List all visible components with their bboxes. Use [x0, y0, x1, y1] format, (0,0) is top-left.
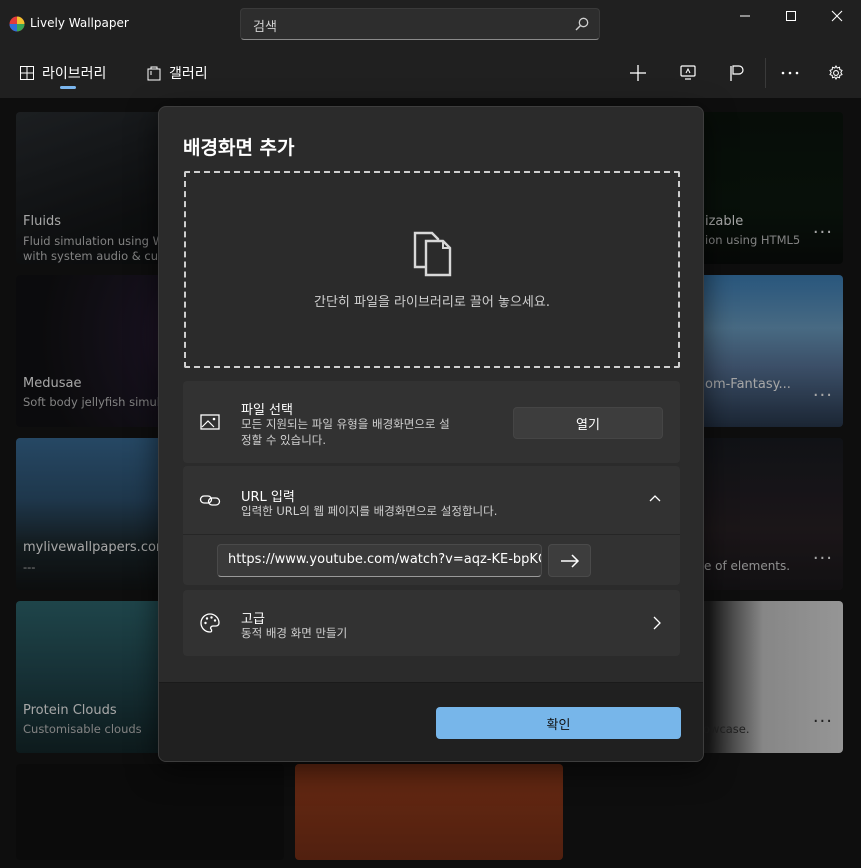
palette-icon — [200, 613, 220, 633]
minimize-icon — [740, 15, 750, 17]
drop-zone-text: 간단히 파일을 라이브러리로 끌어 놓으세요. — [314, 295, 550, 310]
title-bar: Lively Wallpaper 검색 — [0, 0, 861, 48]
tab-library-label: 라이브러리 — [42, 66, 107, 82]
control-panel-button[interactable] — [673, 58, 703, 88]
tab-library[interactable]: 라이브러리 — [20, 62, 106, 84]
chevron-up-icon[interactable] — [649, 494, 661, 502]
more-options-button[interactable] — [775, 58, 805, 88]
settings-button[interactable] — [821, 58, 851, 88]
open-file-button[interactable]: 열기 — [513, 407, 663, 439]
arrow-right-icon — [560, 553, 579, 568]
close-button[interactable] — [814, 0, 860, 32]
confirm-button[interactable]: 확인 — [436, 707, 681, 739]
add-wallpaper-dialog: 배경화면 추가 간단히 파일을 라이브러리로 끌어 놓으세요. 파일 선택 모든… — [158, 106, 704, 762]
search-icon[interactable] — [575, 17, 589, 31]
dialog-footer: 확인 — [159, 682, 703, 761]
file-select-desc-1: 모든 지원되는 파일 유형을 배경화면으로 설 — [241, 417, 450, 431]
bag-icon — [147, 66, 161, 81]
url-desc: 입력한 URL의 웹 페이지를 배경화면으로 설정합니다. — [241, 504, 498, 518]
app-logo-icon — [9, 16, 25, 32]
file-select-desc-2: 정할 수 있습니다. — [241, 433, 327, 447]
nav-divider — [765, 58, 766, 88]
plus-icon — [630, 65, 646, 81]
tab-gallery[interactable]: 갤러리 — [147, 62, 208, 84]
close-icon — [831, 10, 843, 22]
url-card-divider — [183, 534, 680, 535]
more-icon — [781, 71, 799, 75]
submit-url-button[interactable] — [548, 544, 591, 577]
file-drop-zone[interactable]: 간단히 파일을 라이브러리로 끌어 놓으세요. — [184, 171, 680, 368]
maximize-icon — [786, 11, 796, 21]
tab-gallery-label: 갤러리 — [169, 66, 208, 82]
grid-icon — [20, 66, 34, 80]
copy-file-icon — [413, 231, 452, 277]
url-input-field[interactable]: https://www.youtube.com/watch?v=aqz-KE-b… — [217, 544, 542, 577]
monitor-icon — [680, 65, 696, 80]
search-placeholder: 검색 — [253, 20, 277, 35]
file-select-card: 파일 선택 모든 지원되는 파일 유형을 배경화면으로 설 정할 수 있습니다.… — [183, 381, 680, 463]
flag-icon — [730, 65, 744, 81]
add-wallpaper-button[interactable] — [623, 58, 653, 88]
dialog-title: 배경화면 추가 — [183, 137, 295, 159]
app-title: Lively Wallpaper — [30, 16, 129, 30]
gear-icon — [829, 65, 843, 80]
customize-button[interactable] — [722, 58, 752, 88]
link-icon — [199, 495, 221, 506]
image-icon — [200, 414, 220, 430]
minimize-button[interactable] — [722, 0, 768, 32]
active-tab-indicator — [60, 86, 76, 89]
advanced-desc: 동적 배경 화면 만들기 — [241, 626, 348, 640]
search-input[interactable]: 검색 — [240, 8, 600, 40]
url-card-header[interactable]: URL 입력 입력한 URL의 웹 페이지를 배경화면으로 설정합니다. — [183, 466, 680, 534]
chevron-right-icon — [653, 616, 661, 630]
advanced-card[interactable]: 고급 동적 배경 화면 만들기 — [183, 590, 680, 656]
maximize-button[interactable] — [768, 0, 814, 32]
